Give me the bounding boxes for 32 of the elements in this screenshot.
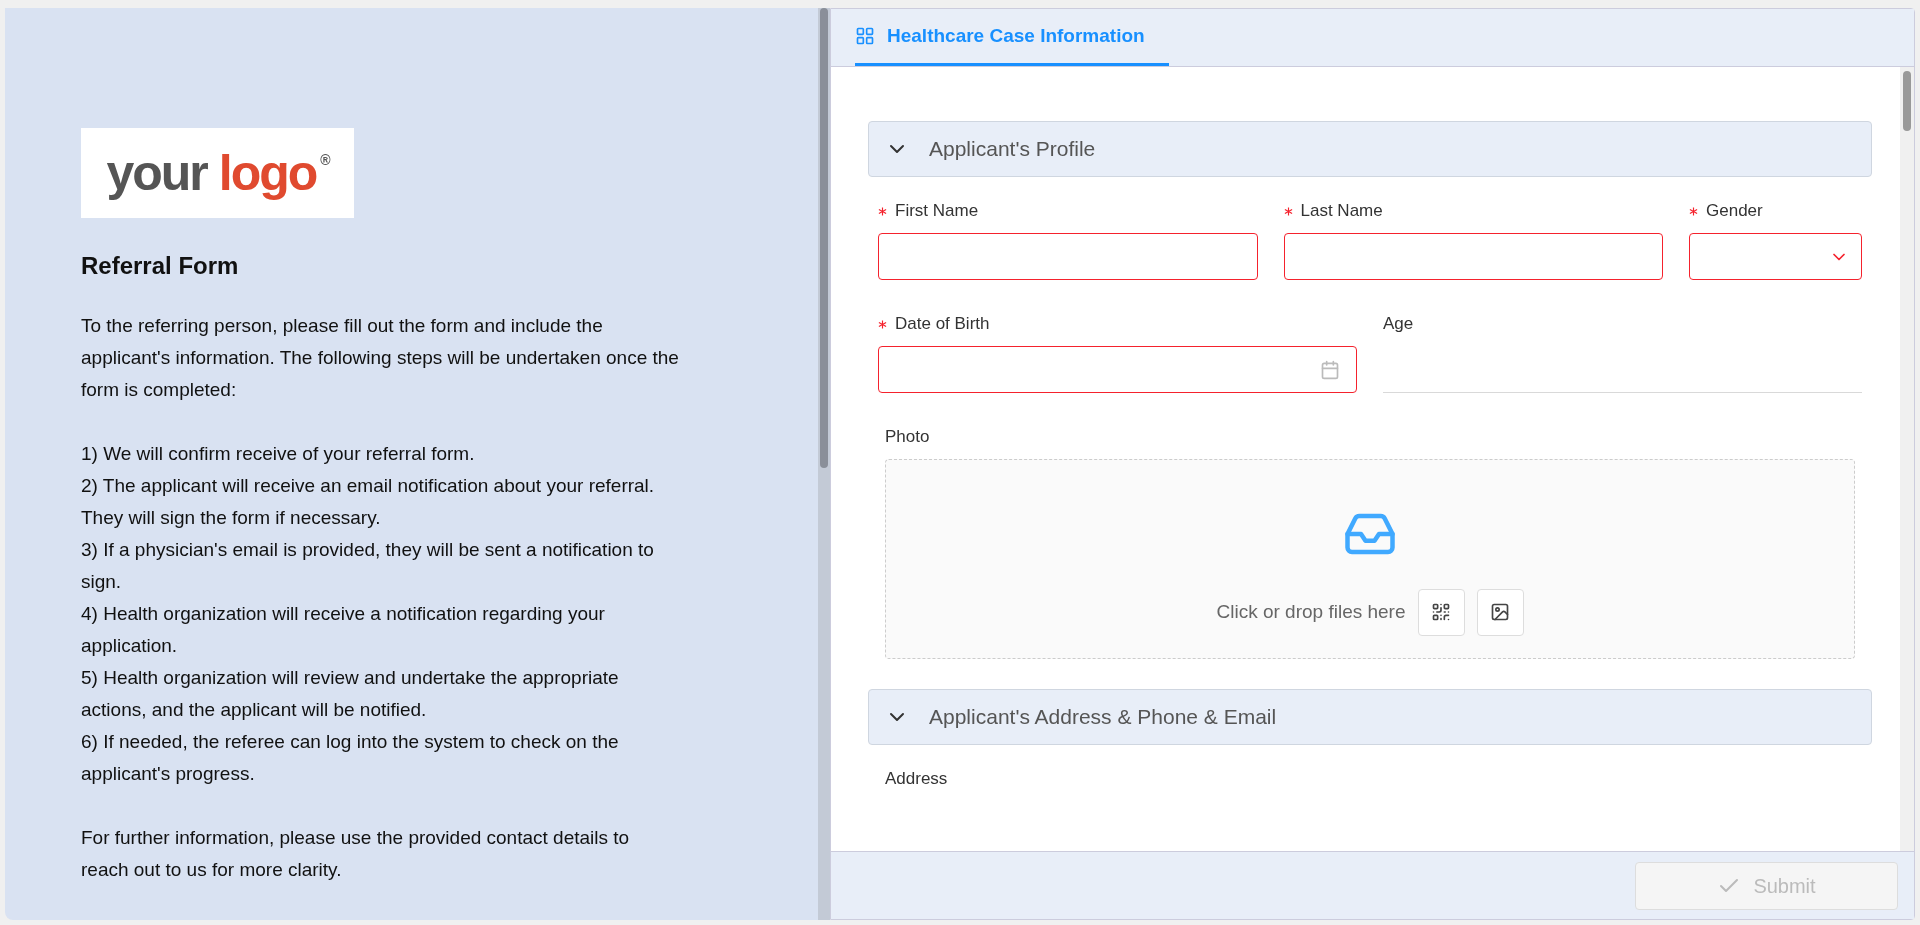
image-button[interactable] [1476, 588, 1524, 636]
step-text: 2) The applicant will receive an email notification about your referral. They will sign the form if necessary. [81, 474, 656, 530]
text-input[interactable] [1283, 233, 1663, 280]
calendar-icon [1320, 359, 1340, 380]
text-input[interactable] [878, 233, 1258, 280]
field-label: First Name [895, 200, 979, 223]
step-text: 1) We will confirm receive of your referral form. [81, 442, 476, 466]
step-text: 5) Health organization will review and undertake the appropriate actions, and the applicant will be notified. [81, 666, 620, 722]
logo: your logo® [81, 128, 354, 218]
closing-paragraph: For further information, please use the provided contact details to reach out to us for more clarity. [81, 826, 631, 882]
date-field[interactable] [878, 346, 1357, 393]
field-label: Address [885, 768, 948, 791]
grid-icon [855, 26, 875, 46]
image-icon [1490, 602, 1510, 622]
upload-dropzone[interactable]: Click or drop files here [885, 459, 1855, 659]
upload-hint: Click or drop files here [1216, 599, 1406, 624]
qr-code-button[interactable] [1417, 588, 1465, 636]
field-label: Last Name [1300, 200, 1383, 223]
intro-paragraph: To the referring person, please fill out the form and include the applicant's information. The following steps will be undertaken once the form is completed: [81, 314, 680, 402]
step-text: 4) Health organization will receive a notification regarding your application. [81, 602, 606, 658]
scrollbar[interactable] [1900, 67, 1914, 851]
field-label: Date of Birth [895, 313, 990, 336]
section-header[interactable]: Applicant's Profile [868, 121, 1872, 177]
qr-code-icon [1431, 602, 1451, 622]
form-title: Referral Form [81, 251, 240, 281]
step-text: 6) If needed, the referee can log into the system to check on the applicant's progress. [81, 730, 620, 786]
step-text: 3) If a physician's email is provided, they will be sent a notification to sign. [81, 538, 655, 594]
field-label: Age [1383, 313, 1414, 336]
field-label: Gender [1706, 200, 1763, 223]
select-field[interactable] [1689, 233, 1862, 280]
field-label: Photo [885, 426, 930, 449]
section-header[interactable]: Applicant's Address & Phone & Email [868, 689, 1872, 745]
